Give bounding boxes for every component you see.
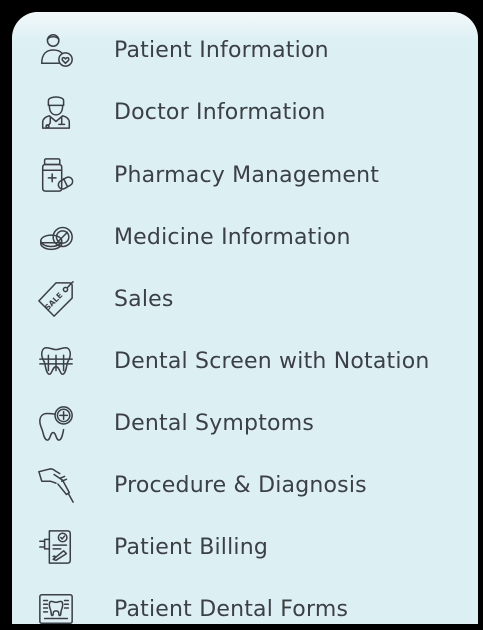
- menu-item-pharmacy-management[interactable]: Pharmacy Management: [12, 147, 478, 203]
- sale-tag-icon: SALE: [36, 279, 76, 319]
- menu-item-label: Patient Billing: [114, 534, 269, 560]
- tooth-notation-icon: [36, 341, 76, 381]
- menu-item-label: Sales: [114, 286, 174, 312]
- menu-item-label: Pharmacy Management: [114, 162, 380, 188]
- menu-item-label: Dental Screen with Notation: [114, 348, 430, 374]
- dental-tool-icon: [36, 465, 76, 505]
- menu-item-label: Medicine Information: [114, 224, 351, 250]
- menu-item-sales[interactable]: SALE Sales: [12, 271, 478, 327]
- menu-item-patient-billing[interactable]: Patient Billing: [12, 519, 478, 575]
- menu-item-label: Patient Information: [114, 37, 329, 63]
- screen-frame: Patient Information Doctor Information P…: [0, 0, 483, 630]
- menu-item-label: Procedure & Diagnosis: [114, 472, 367, 498]
- pills-icon: [36, 217, 76, 257]
- menu-item-dental-screen-with-notation[interactable]: Dental Screen with Notation: [12, 333, 478, 389]
- billing-icon: [36, 527, 76, 567]
- menu-item-label: Patient Dental Forms: [114, 596, 349, 622]
- menu-item-patient-information[interactable]: Patient Information: [12, 22, 478, 78]
- doctor-icon: [36, 92, 76, 132]
- menu-item-label: Doctor Information: [114, 99, 326, 125]
- menu-item-procedure-diagnosis[interactable]: Procedure & Diagnosis: [12, 457, 478, 513]
- menu-item-label: Dental Symptoms: [114, 410, 314, 436]
- dental-form-icon: [36, 589, 76, 624]
- menu-item-dental-symptoms[interactable]: Dental Symptoms: [12, 395, 478, 451]
- patient-info-icon: [36, 30, 76, 70]
- navigation-menu-panel: Patient Information Doctor Information P…: [12, 12, 478, 624]
- pharmacy-icon: [36, 155, 76, 195]
- menu-item-medicine-information[interactable]: Medicine Information: [12, 209, 478, 265]
- menu-item-doctor-information[interactable]: Doctor Information: [12, 84, 478, 140]
- menu-item-patient-dental-forms[interactable]: Patient Dental Forms: [12, 581, 478, 624]
- tooth-plus-icon: [36, 403, 76, 443]
